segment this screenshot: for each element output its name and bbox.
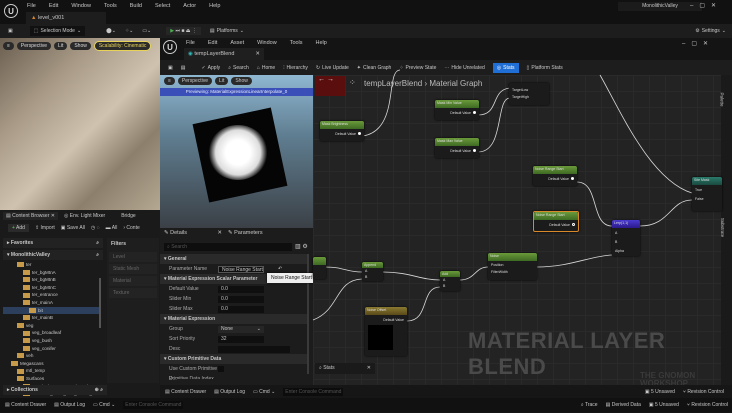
unsaved-label: 5 Unsaved — [651, 388, 675, 395]
node-lerp[interactable]: Lerp(1,1) A B Alpha — [612, 220, 640, 256]
node-add[interactable]: Add A B — [440, 271, 460, 291]
wire — [406, 286, 441, 322]
node-mask-brightness[interactable]: Mask Brightness Default Value — [320, 121, 364, 141]
pin-label: Default Value — [335, 131, 356, 136]
pin-label: Default Value — [450, 148, 471, 153]
node-noise-range-start[interactable]: Noise Range Start Default Value — [533, 166, 577, 186]
output-pin[interactable] — [473, 111, 476, 114]
wire — [599, 74, 693, 194]
wire — [362, 69, 401, 137]
wire — [382, 271, 441, 281]
node-noise-offset[interactable]: Noise Offset Default Value — [365, 307, 407, 356]
node-offscreen[interactable] — [313, 257, 326, 279]
node-title: Noise Offset — [365, 307, 407, 315]
stats-label: Stats — [323, 365, 335, 371]
output-pin[interactable] — [473, 149, 476, 152]
me-revision-control-button[interactable]: ⑂ Revision Control — [683, 389, 724, 395]
pin-label: False — [695, 196, 704, 201]
wire — [312, 278, 363, 321]
node-append[interactable]: Append A B — [362, 262, 383, 281]
output-pin[interactable] — [572, 223, 575, 226]
output-log-label: Output Log — [220, 388, 246, 395]
node-noise[interactable]: Noise Position FilterWidth — [488, 253, 537, 280]
revision-control-label: Revision Control — [687, 388, 724, 395]
pin-label: TargetLow — [512, 87, 529, 92]
pin-label: True — [695, 187, 703, 192]
node-mask-min-value[interactable]: Mask Min Value Default Value — [435, 100, 479, 120]
node-site-mask[interactable]: Site Mask True False — [692, 177, 722, 211]
wire — [477, 87, 511, 116]
node-title: Mask Max Value — [435, 138, 479, 146]
me-unsaved-button[interactable]: ▣ 5 Unsaved — [645, 389, 675, 395]
output-pin[interactable] — [358, 132, 361, 135]
pin-label: B — [365, 275, 368, 279]
node-title: Mask Brightness — [320, 121, 364, 129]
pin-label: B — [443, 284, 446, 288]
me-console-input[interactable]: Enter Console Command — [283, 387, 344, 396]
cmd-label: Cmd — [259, 388, 270, 395]
node-remap[interactable]: TargetLow TargetHigh — [509, 83, 549, 105]
output-pin[interactable] — [571, 177, 574, 180]
node-title: Noise Range Start — [534, 212, 578, 220]
me-content-drawer-button[interactable]: ▤ Content Drawer — [165, 389, 206, 395]
node-title: Site Mask — [692, 177, 722, 185]
wire — [324, 266, 363, 273]
pin-label: TargetHigh — [512, 94, 529, 99]
node-mask-max-value[interactable]: Mask Max Value Default Value — [435, 138, 479, 158]
pin-label: A — [615, 230, 618, 235]
pin-label: A — [443, 278, 446, 282]
node-title: Lerp(1,1) — [612, 220, 640, 228]
node-title: Noise Range Start — [533, 166, 577, 174]
node-title: Mask Min Value — [435, 100, 479, 108]
node-noise-range-start-selected[interactable]: Noise Range Start Default Value — [533, 211, 579, 232]
wire — [459, 266, 489, 281]
pin-label: Alpha — [615, 248, 624, 253]
color-preview — [368, 325, 393, 350]
me-output-log-button[interactable]: ▤ Output Log — [214, 389, 245, 395]
pin-label: FilterWidth — [491, 269, 508, 274]
pin-label: Default Value — [549, 222, 570, 227]
wire — [477, 97, 511, 153]
stats-panel-tab[interactable]: ⌕ Stats ✕ — [315, 363, 375, 374]
node-title: Noise — [488, 253, 537, 261]
pin-label: Default Value — [383, 317, 404, 322]
me-status-bar: ▤ Content Drawer ▤ Output Log ▭ Cmd ⌄ En… — [160, 385, 732, 398]
wire — [536, 254, 613, 268]
pin-label: B — [615, 239, 618, 244]
wire — [639, 199, 693, 227]
pin-label: Default Value — [450, 110, 471, 115]
me-cmd-dropdown[interactable]: ▭ Cmd ⌄ — [253, 389, 275, 395]
pin-label: Default Value — [548, 176, 569, 181]
wire — [576, 181, 613, 227]
content-drawer-label: Content Drawer — [171, 388, 207, 395]
pin-label: A — [365, 269, 368, 273]
pin-label: Position — [491, 262, 504, 267]
